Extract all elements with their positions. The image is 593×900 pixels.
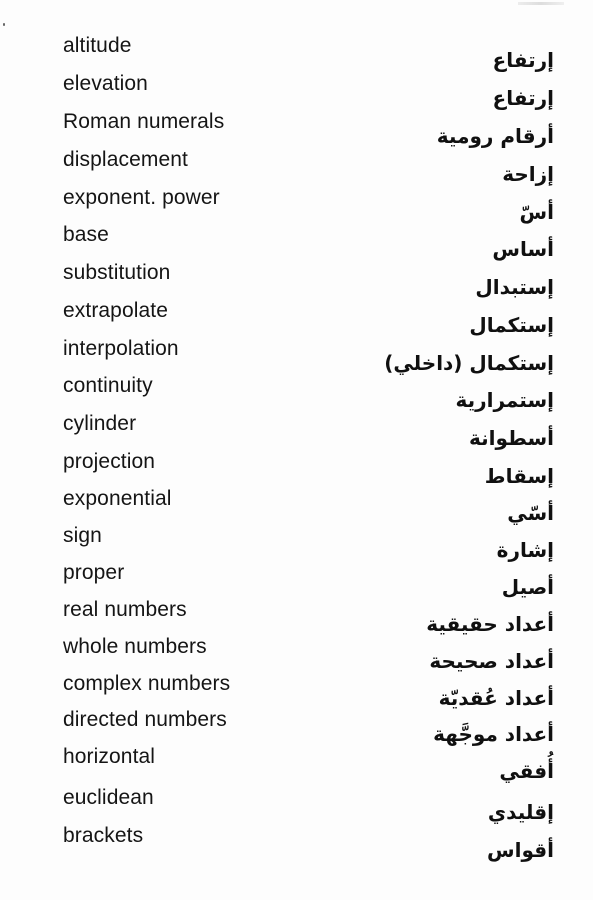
glossary-entry: extrapolate إستكمال (0, 299, 593, 337)
english-term: Roman numerals (63, 110, 225, 133)
arabic-term: أسطوانة (468, 426, 554, 450)
arabic-term: إقليدي (487, 800, 554, 824)
scan-artifact (518, 2, 564, 5)
arabic-term: إستمرارية (455, 388, 554, 412)
english-term: proper (63, 561, 125, 584)
stray-mark (3, 23, 5, 26)
glossary-entry: horizontal أُفقي (0, 745, 593, 783)
glossary-entry: real numbers أعداد حقيقية (0, 598, 593, 636)
arabic-term: أقواس (487, 838, 554, 862)
arabic-term: أعداد حقيقية (426, 612, 554, 636)
arabic-term: إشارة (496, 538, 554, 562)
arabic-term: أساس (492, 237, 554, 261)
glossary-entry: directed numbers أعداد موجَّهة (0, 708, 593, 746)
glossary-entry: base أساس (0, 223, 593, 261)
glossary-entry: euclidean إقليدي (0, 786, 593, 824)
glossary-entry: continuity إستمرارية (0, 374, 593, 412)
english-term: directed numbers (63, 708, 227, 731)
english-term: exponential (63, 487, 172, 510)
glossary-entry: exponent. power أسّ (0, 186, 593, 224)
glossary-entry: cylinder أسطوانة (0, 412, 593, 450)
glossary-entry: proper أصيل (0, 561, 593, 599)
english-term: brackets (63, 824, 144, 847)
english-term: continuity (63, 374, 153, 397)
glossary-entry: substitution إستبدال (0, 261, 593, 299)
english-term: horizontal (63, 745, 156, 768)
english-term: substitution (63, 261, 171, 284)
english-term: elevation (63, 72, 148, 95)
arabic-term: إرتفاع (492, 86, 554, 110)
english-term: exponent. power (63, 186, 220, 209)
english-term: projection (63, 450, 156, 473)
english-term: base (63, 223, 109, 246)
glossary-entry: complex numbers أعداد عُقديّة (0, 672, 593, 710)
english-term: altitude (63, 34, 132, 57)
arabic-term: أسّي (507, 501, 554, 525)
arabic-term: إستكمال (داخلي) (384, 351, 554, 375)
english-term: cylinder (63, 412, 137, 435)
arabic-term: إزاحة (502, 162, 554, 186)
english-term: interpolation (63, 337, 179, 360)
glossary-entry: projection إسقاط (0, 450, 593, 488)
arabic-term: إستبدال (475, 275, 554, 299)
english-term: complex numbers (63, 672, 231, 695)
english-term: sign (63, 524, 102, 547)
glossary-entry: whole numbers أعداد صحيحة (0, 635, 593, 673)
glossary-entry: exponential أسّي (0, 487, 593, 525)
glossary-entry: brackets أقواس (0, 824, 593, 862)
arabic-term: أرقام رومية (436, 124, 554, 148)
english-term: real numbers (63, 598, 187, 621)
arabic-term: أعداد عُقديّة (438, 686, 554, 710)
glossary-entry: Roman numerals أرقام رومية (0, 110, 593, 148)
glossary-entry: sign إشارة (0, 524, 593, 562)
glossary-entry: altitude إرتفاع (0, 34, 593, 72)
scanned-page: altitude إرتفاع elevation إرتفاع Roman n… (0, 0, 593, 900)
arabic-term: إرتفاع (492, 48, 554, 72)
glossary-entry: displacement إزاحة (0, 148, 593, 186)
arabic-term: أعداد صحيحة (429, 649, 554, 673)
arabic-term: إسقاط (484, 464, 554, 488)
english-term: euclidean (63, 786, 154, 809)
english-term: whole numbers (63, 635, 207, 658)
english-term: extrapolate (63, 299, 169, 322)
arabic-term: أعداد موجَّهة (433, 722, 554, 746)
arabic-term: أُفقي (499, 759, 554, 783)
english-term: displacement (63, 148, 188, 171)
arabic-term: أصيل (501, 575, 554, 599)
arabic-term: أسّ (519, 200, 554, 224)
glossary-entry: interpolation إستكمال (داخلي) (0, 337, 593, 375)
glossary-entry: elevation إرتفاع (0, 72, 593, 110)
arabic-term: إستكمال (469, 313, 554, 337)
